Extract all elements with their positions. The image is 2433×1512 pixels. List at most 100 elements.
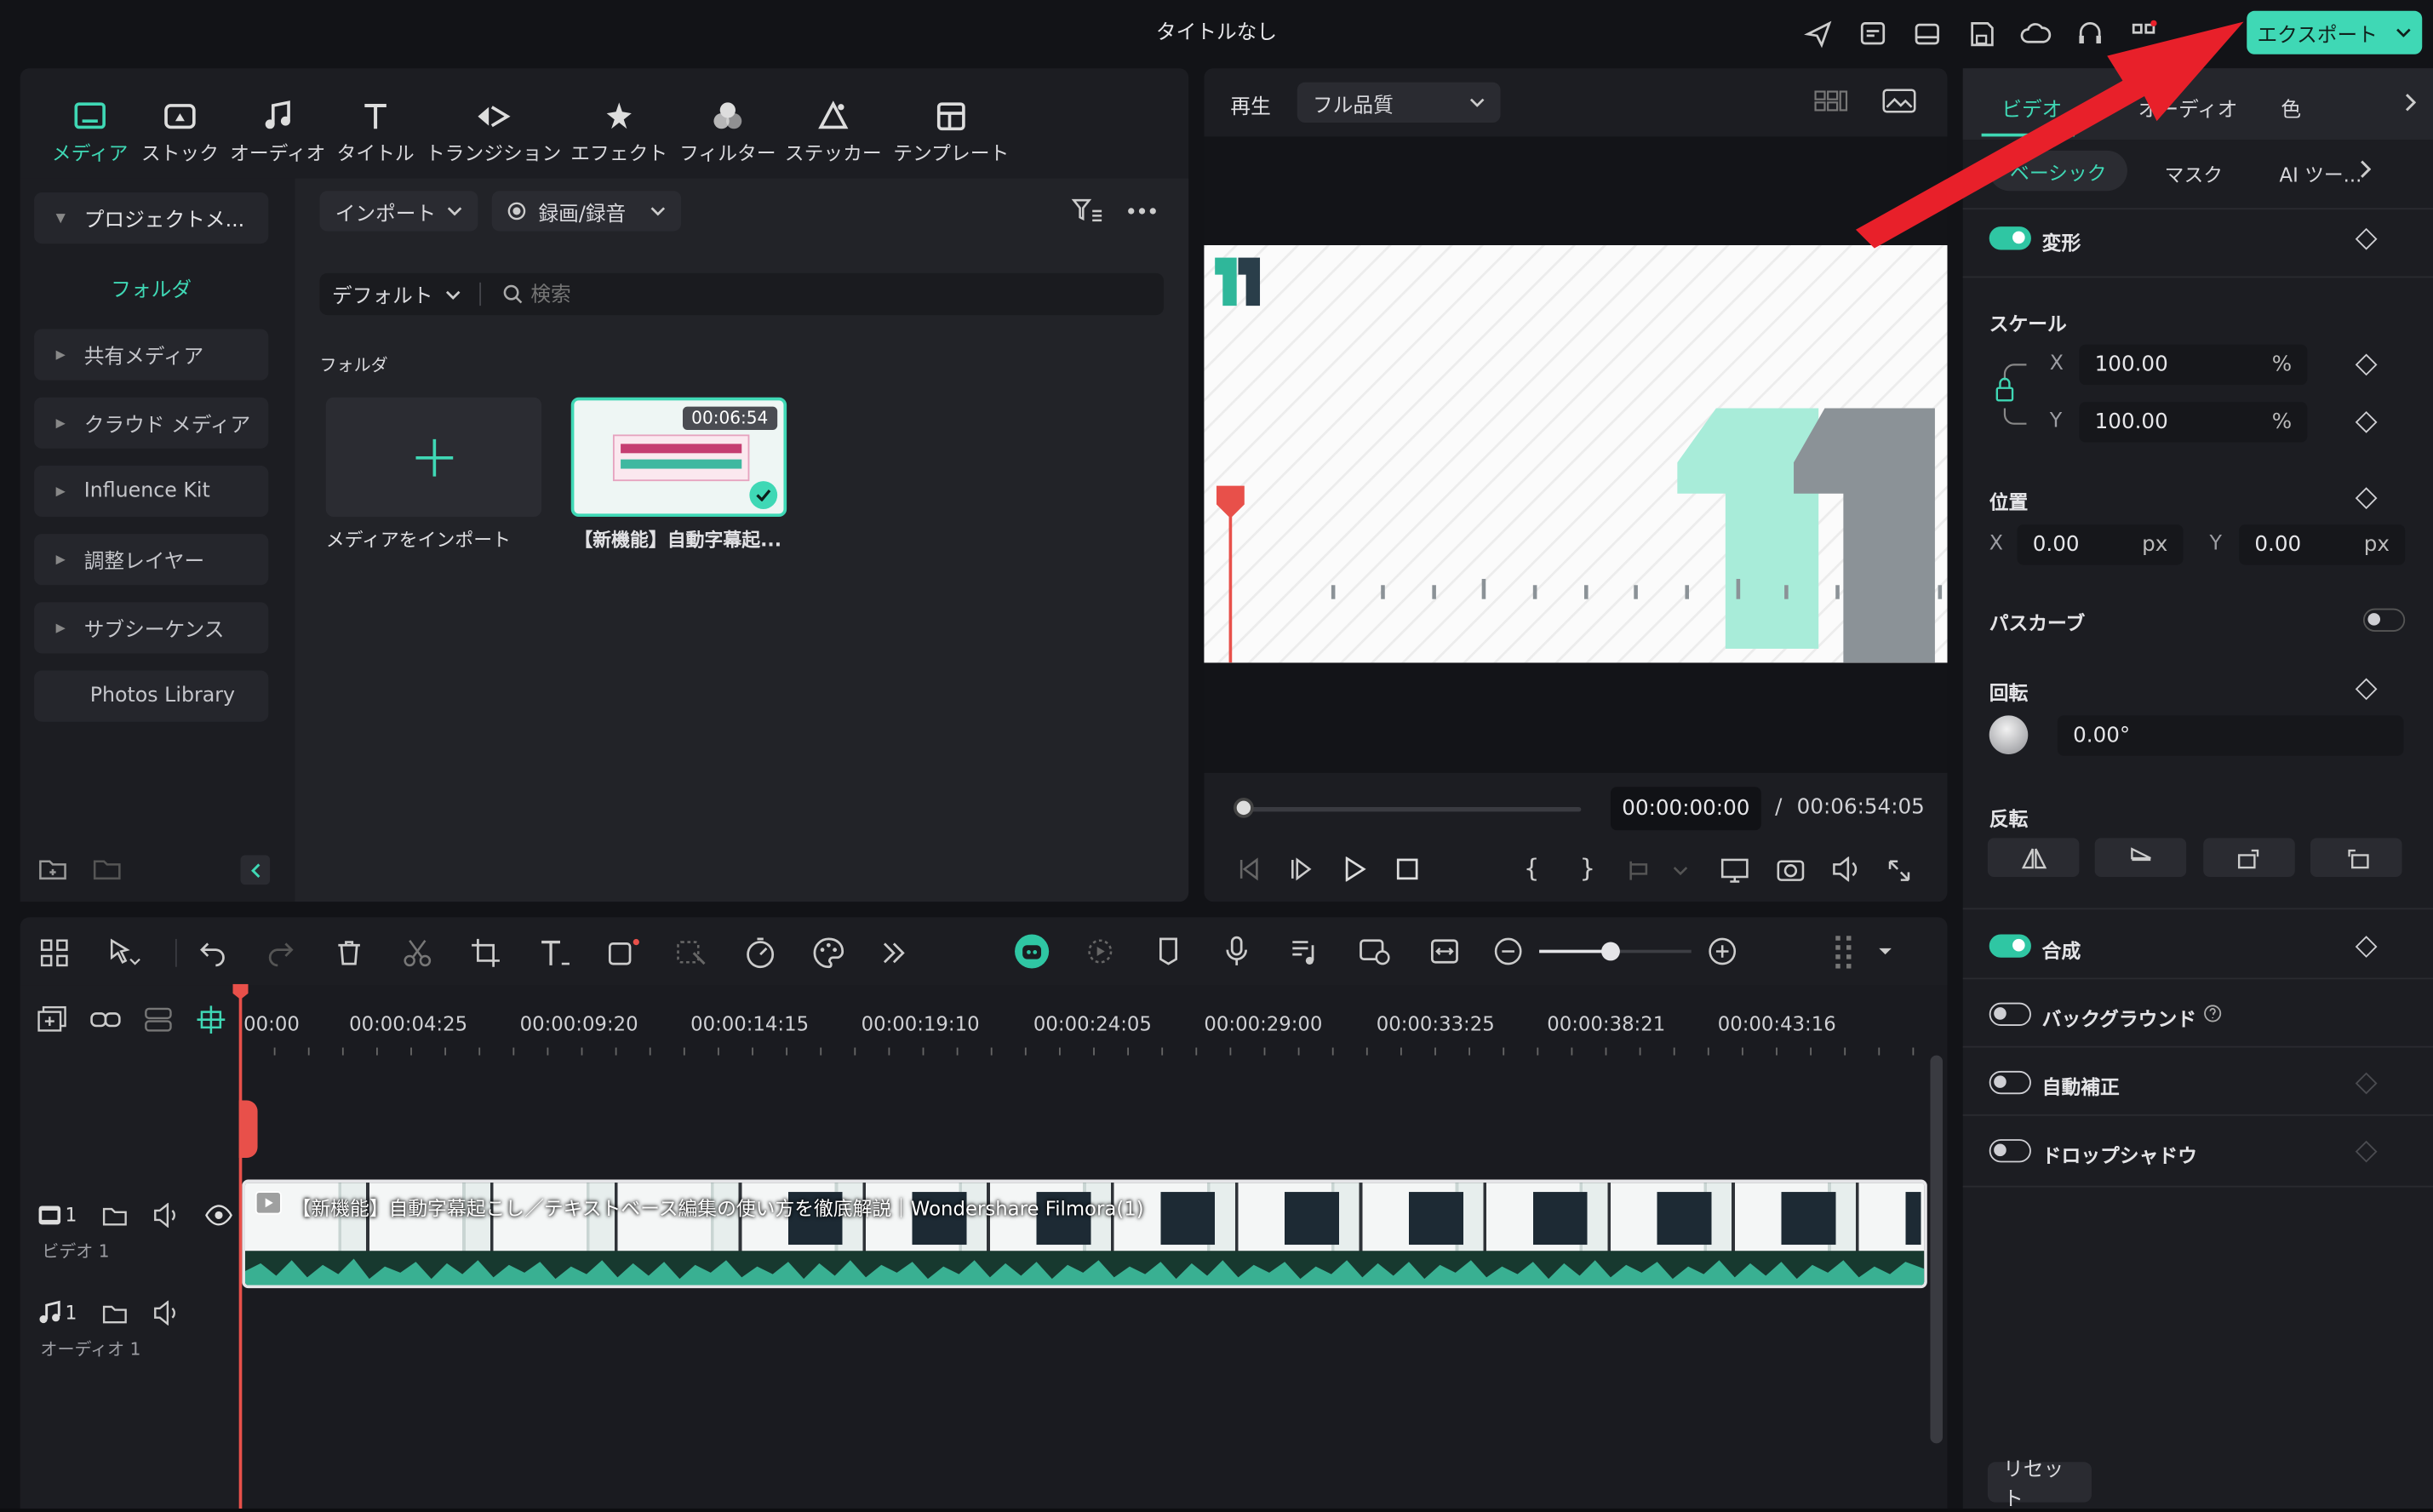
track-settings-icon[interactable] bbox=[1833, 933, 1895, 971]
tab-transition[interactable]: トランジション bbox=[425, 96, 561, 166]
sidebar-item-shared[interactable]: ▶ 共有メディア bbox=[34, 329, 269, 381]
tab-stock[interactable]: ストック bbox=[140, 96, 220, 166]
flip-vertical-button[interactable] bbox=[2094, 838, 2187, 877]
next-frame-icon[interactable] bbox=[1290, 856, 1314, 881]
link-icon[interactable] bbox=[90, 1005, 121, 1034]
undo-icon[interactable] bbox=[197, 937, 265, 968]
add-track-icon[interactable] bbox=[37, 1005, 68, 1034]
fit-timeline-icon[interactable] bbox=[1429, 936, 1460, 966]
reset-button[interactable]: リセット bbox=[1987, 1459, 2092, 1512]
zoom-in-icon[interactable] bbox=[1709, 937, 1737, 965]
background-toggle[interactable] bbox=[1989, 1002, 2031, 1027]
track-volume-icon[interactable] bbox=[152, 1300, 180, 1326]
search-input[interactable] bbox=[530, 279, 1136, 311]
scale-x-field[interactable]: 100.00% bbox=[2079, 344, 2308, 386]
redo-icon[interactable] bbox=[266, 937, 334, 968]
tab-media[interactable]: メディア bbox=[51, 96, 129, 166]
color-match-icon[interactable] bbox=[675, 937, 743, 968]
more-tools-icon[interactable] bbox=[879, 939, 947, 967]
folder-lock-icon[interactable] bbox=[102, 1301, 127, 1326]
fullscreen-icon[interactable] bbox=[1886, 858, 1911, 883]
rotation-dial[interactable] bbox=[1989, 715, 2029, 754]
send-icon[interactable] bbox=[1803, 19, 1834, 49]
tab-title[interactable]: タイトル bbox=[335, 96, 416, 166]
auto-enhance-toggle[interactable] bbox=[1989, 1070, 2031, 1095]
zoom-slider[interactable] bbox=[1539, 942, 1692, 961]
filter-sort-icon[interactable] bbox=[1071, 198, 1105, 226]
shape-tool-icon[interactable] bbox=[607, 937, 675, 968]
chevron-right-icon[interactable] bbox=[2403, 93, 2416, 112]
layout-grid-icon[interactable] bbox=[39, 937, 107, 968]
tab-color[interactable]: 色 bbox=[2281, 93, 2301, 123]
tab-sticker[interactable]: ステッカー bbox=[783, 96, 883, 166]
position-y-field[interactable]: 0.00 px bbox=[2239, 524, 2406, 565]
eye-icon[interactable] bbox=[204, 1205, 232, 1227]
track-volume-icon[interactable] bbox=[152, 1202, 180, 1228]
microphone-icon[interactable] bbox=[1221, 936, 1251, 966]
flip-horizontal-button[interactable] bbox=[1987, 838, 2080, 877]
composite-toggle[interactable] bbox=[1989, 934, 2031, 958]
progress-handle[interactable] bbox=[1234, 798, 1254, 818]
magnet-icon[interactable] bbox=[196, 1005, 226, 1034]
zoom-slider-handle[interactable] bbox=[1601, 942, 1620, 961]
sort-dropdown[interactable]: デフォルト bbox=[332, 273, 461, 315]
snapshot-icon[interactable] bbox=[1777, 856, 1805, 881]
subtab-ai-tools[interactable]: AI ツー... bbox=[2280, 158, 2362, 188]
lock-icon[interactable] bbox=[1992, 362, 2029, 427]
prev-frame-icon[interactable] bbox=[1237, 856, 1262, 881]
sidebar-item-cloud[interactable]: ▶ クラウド メディア bbox=[34, 397, 269, 449]
sidebar-item-subsequence[interactable]: ▶ サブシーケンス bbox=[34, 602, 269, 654]
grid-view-icon[interactable] bbox=[1814, 89, 1848, 113]
audio-mix-icon[interactable] bbox=[1290, 936, 1320, 966]
render-icon[interactable] bbox=[1085, 936, 1115, 966]
sidebar-item-influence[interactable]: ▶ Influence Kit bbox=[34, 465, 269, 518]
mark-out-button[interactable]: } bbox=[1580, 854, 1596, 884]
sidebar-item-folder[interactable]: フォルダ bbox=[34, 273, 268, 302]
export-button[interactable]: エクスポート bbox=[2247, 10, 2423, 54]
volume-icon[interactable] bbox=[1831, 856, 1862, 882]
tab-effect[interactable]: エフェクト bbox=[570, 96, 669, 166]
preview-render-icon[interactable] bbox=[1358, 936, 1392, 966]
playhead-tab[interactable] bbox=[238, 1100, 258, 1158]
play-icon[interactable] bbox=[1342, 856, 1367, 882]
playback-progress[interactable] bbox=[1242, 806, 1582, 812]
path-curve-toggle[interactable] bbox=[2362, 608, 2406, 632]
new-folder-icon[interactable] bbox=[39, 856, 67, 881]
crop-icon[interactable] bbox=[470, 937, 538, 968]
scale-y-field[interactable]: 100.00% bbox=[2079, 402, 2308, 443]
tab-filter[interactable]: フィルター bbox=[678, 96, 778, 166]
mark-in-button[interactable]: { bbox=[1524, 854, 1540, 884]
sidebar-item-adjust[interactable]: ▶ 調整レイヤー bbox=[34, 534, 269, 586]
drop-shadow-toggle[interactable] bbox=[1989, 1139, 2031, 1163]
rotate-right-button[interactable] bbox=[2203, 838, 2295, 877]
record-dropdown[interactable]: 録画/録音 bbox=[491, 191, 682, 232]
tab-audio[interactable]: オーディオ bbox=[226, 96, 329, 166]
stop-icon[interactable] bbox=[1395, 856, 1420, 881]
unlink-icon[interactable] bbox=[143, 1005, 174, 1034]
remove-folder-icon[interactable] bbox=[93, 856, 121, 881]
sidebar-item-photos[interactable]: Photos Library bbox=[34, 670, 269, 722]
help-icon[interactable] bbox=[2203, 1004, 2222, 1022]
text-tool-icon[interactable] bbox=[538, 937, 606, 968]
current-time-display[interactable]: 00:00:00:00 bbox=[1610, 787, 1761, 831]
import-media-tile[interactable] bbox=[325, 397, 542, 518]
delete-icon[interactable] bbox=[334, 937, 402, 968]
insert-icon[interactable] bbox=[1628, 858, 1690, 883]
palette-icon[interactable] bbox=[811, 936, 879, 970]
more-icon[interactable] bbox=[1126, 206, 1157, 215]
sidebar-item-project[interactable]: ▼ プロジェクトメ... bbox=[34, 192, 269, 244]
folder-lock-icon[interactable] bbox=[102, 1203, 127, 1228]
position-x-field[interactable]: 0.00 px bbox=[2017, 524, 2184, 565]
timeline-video-clip[interactable]: 【新機能】自動字幕起こし／テキストベース編集の使い方を徹底解説｜Wondersh… bbox=[242, 1179, 1927, 1289]
split-icon[interactable] bbox=[402, 937, 470, 968]
rotation-field[interactable]: 0.00° bbox=[2057, 715, 2404, 756]
display-icon[interactable] bbox=[1720, 856, 1751, 885]
tab-template[interactable]: テンプレート bbox=[890, 96, 1011, 166]
timeline-scrollbar[interactable] bbox=[1930, 1055, 1944, 1444]
chevron-right-icon[interactable] bbox=[2359, 160, 2372, 179]
ai-assistant-icon[interactable] bbox=[1015, 934, 1050, 969]
media-clip-thumbnail[interactable]: 00:06:54 bbox=[570, 397, 787, 518]
zoom-out-icon[interactable] bbox=[1494, 937, 1522, 965]
marker-icon[interactable] bbox=[1153, 936, 1183, 966]
timeline-playhead[interactable] bbox=[238, 993, 243, 1509]
